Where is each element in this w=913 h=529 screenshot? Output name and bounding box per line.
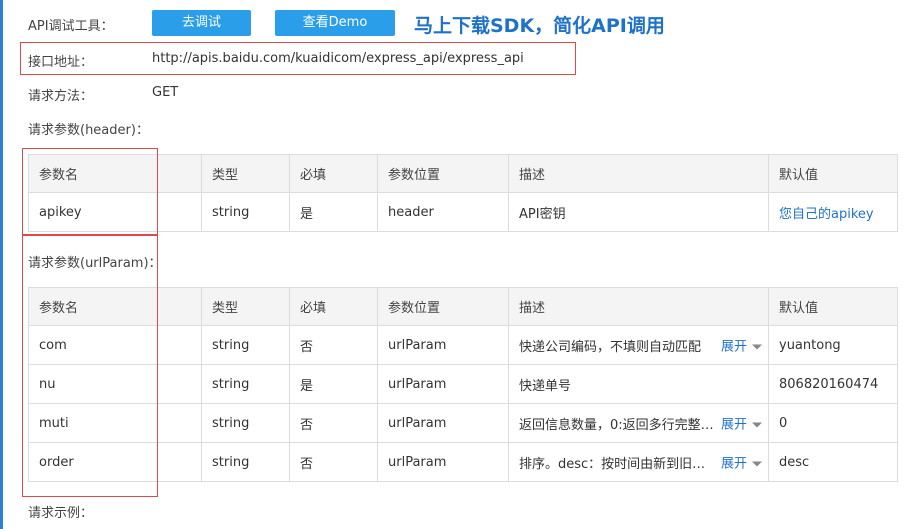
param-position: urlParam xyxy=(377,442,509,482)
param-position: urlParam xyxy=(377,403,509,443)
param-type: string xyxy=(201,364,290,404)
param-desc-cell: 排序。desc：按时间由新到旧排... 展开 xyxy=(508,442,769,482)
param-required: 否 xyxy=(289,403,378,443)
param-default[interactable]: 您自己的apikey xyxy=(768,192,898,232)
param-desc-cell: 快递单号 xyxy=(508,364,769,404)
table-row: order string 否 urlParam 排序。desc：按时间由新到旧排… xyxy=(28,442,898,482)
param-default: 0 xyxy=(768,403,898,443)
param-desc: 快递公司编码，不填则自动匹配 xyxy=(519,339,702,355)
debug-button[interactable]: 去调试 xyxy=(152,10,251,36)
param-name: order xyxy=(28,442,202,482)
col-header-default: 默认值 xyxy=(768,287,898,326)
col-header-position: 参数位置 xyxy=(377,154,509,193)
param-type: string xyxy=(201,442,290,482)
api-tool-label: API调试工具： xyxy=(28,19,114,34)
col-header-position: 参数位置 xyxy=(377,287,509,326)
param-type: string xyxy=(201,325,290,365)
left-accent-bar xyxy=(0,0,3,529)
address-value: http://apis.baidu.com/kuaidicom/express_… xyxy=(152,51,524,66)
col-header-default: 默认值 xyxy=(768,154,898,193)
param-desc: 快递单号 xyxy=(519,378,572,394)
param-type: string xyxy=(201,192,290,232)
example-label: 请求示例： xyxy=(28,506,94,521)
table-row: com string 否 urlParam 快递公司编码，不填则自动匹配 展开 … xyxy=(28,325,898,365)
url-params-label: 请求参数(urlParam)： xyxy=(28,256,162,271)
expand-toggle[interactable]: 展开 xyxy=(721,336,762,355)
param-desc: API密钥 xyxy=(508,192,769,232)
expand-toggle[interactable]: 展开 xyxy=(721,414,762,433)
col-header-desc: 描述 xyxy=(508,154,769,193)
address-label: 接口地址： xyxy=(28,55,94,70)
col-header-name: 参数名 xyxy=(28,287,202,326)
view-demo-button[interactable]: 查看Demo xyxy=(275,10,395,36)
expand-label: 展开 xyxy=(720,417,747,433)
param-type: string xyxy=(201,403,290,443)
table-row: nu string 是 urlParam 快递单号 806820160474 xyxy=(28,364,898,404)
expand-label: 展开 xyxy=(720,456,747,472)
api-doc-page: API调试工具： 去调试 查看Demo 马上下载SDK，简化API调用 接口地址… xyxy=(0,0,913,529)
table-header-row: 参数名 类型 必填 参数位置 描述 默认值 xyxy=(28,154,898,193)
param-desc: 返回信息数量，0:返回多行完整的... xyxy=(519,417,714,433)
param-required: 否 xyxy=(289,325,378,365)
param-name: apikey xyxy=(28,192,202,232)
table-row: apikey string 是 header API密钥 您自己的apikey xyxy=(28,192,898,232)
url-params-table: 参数名 类型 必填 参数位置 描述 默认值 com string 否 urlPa… xyxy=(28,287,898,482)
param-required: 是 xyxy=(289,192,378,232)
param-required: 是 xyxy=(289,364,378,404)
param-default: 806820160474 xyxy=(768,364,898,404)
param-position: urlParam xyxy=(377,325,509,365)
col-header-required: 必填 xyxy=(289,154,378,193)
col-header-type: 类型 xyxy=(201,154,290,193)
header-params-label: 请求参数(header)： xyxy=(28,123,149,138)
col-header-name: 参数名 xyxy=(28,154,202,193)
param-desc-cell: 快递公司编码，不填则自动匹配 展开 xyxy=(508,325,769,365)
col-header-desc: 描述 xyxy=(508,287,769,326)
param-name: nu xyxy=(28,364,202,404)
table-row: muti string 否 urlParam 返回信息数量，0:返回多行完整的.… xyxy=(28,403,898,443)
col-header-type: 类型 xyxy=(201,287,290,326)
caret-down-icon xyxy=(752,461,762,467)
param-name: com xyxy=(28,325,202,365)
param-name: muti xyxy=(28,403,202,443)
sdk-promo-link[interactable]: 马上下载SDK，简化API调用 xyxy=(414,11,665,38)
param-default: desc xyxy=(768,442,898,482)
caret-down-icon xyxy=(752,422,762,428)
caret-down-icon xyxy=(752,344,762,350)
table-header-row: 参数名 类型 必填 参数位置 描述 默认值 xyxy=(28,287,898,326)
method-label: 请求方法： xyxy=(28,89,94,104)
expand-toggle[interactable]: 展开 xyxy=(721,453,762,472)
method-value: GET xyxy=(152,85,179,100)
param-required: 否 xyxy=(289,442,378,482)
col-header-required: 必填 xyxy=(289,287,378,326)
param-position: header xyxy=(377,192,509,232)
param-desc: 排序。desc：按时间由新到旧排... xyxy=(519,456,714,472)
param-default: yuantong xyxy=(768,325,898,365)
param-position: urlParam xyxy=(377,364,509,404)
header-params-table: 参数名 类型 必填 参数位置 描述 默认值 apikey string 是 he… xyxy=(28,154,898,232)
expand-label: 展开 xyxy=(720,339,747,355)
param-desc-cell: 返回信息数量，0:返回多行完整的... 展开 xyxy=(508,403,769,443)
